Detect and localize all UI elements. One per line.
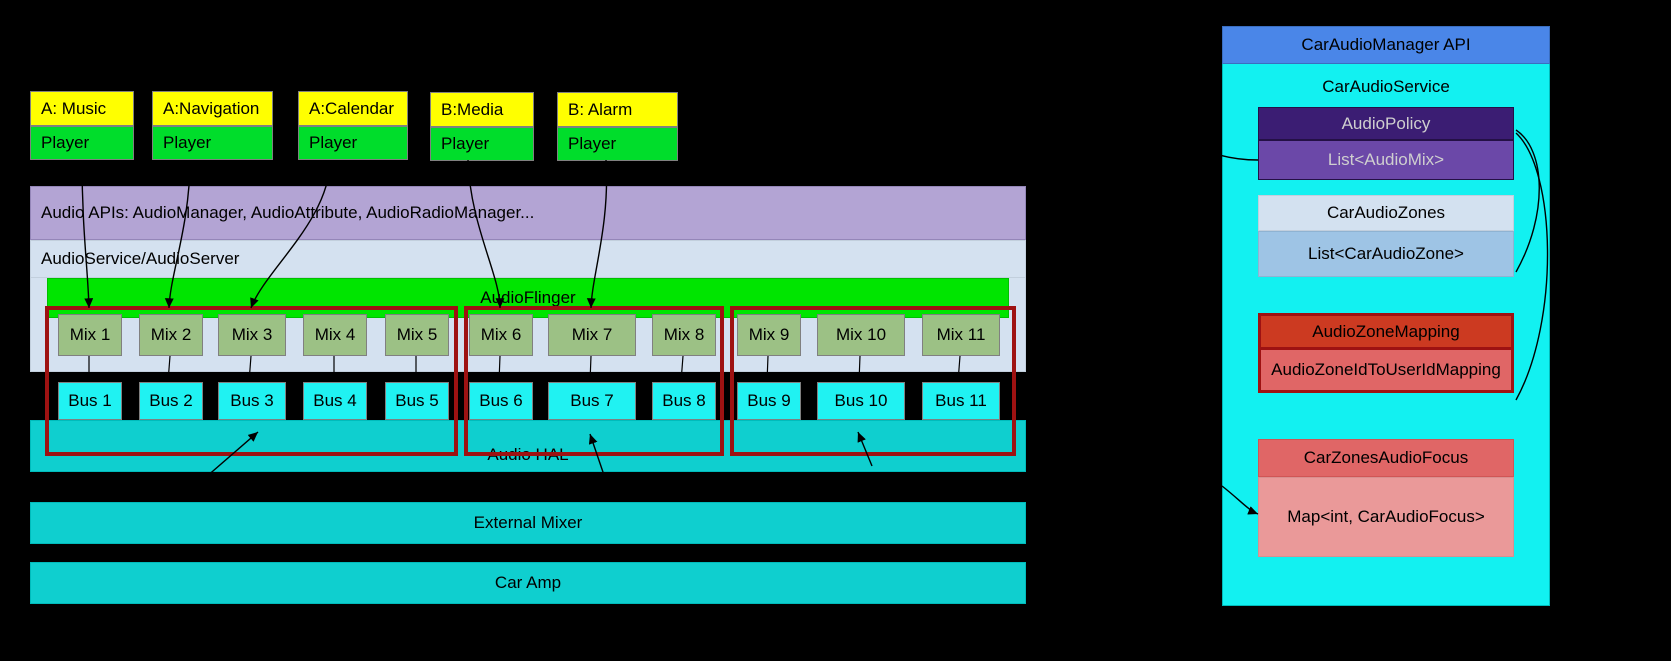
- app-player-label: Player: [309, 133, 358, 152]
- audio-zone-mapping-label: AudioZoneMapping: [1312, 321, 1460, 341]
- app-player-box[interactable]: Player: [152, 126, 273, 160]
- layer-audio-apis-label: Audio APIs: AudioManager, AudioAttribute…: [41, 203, 535, 222]
- layer-audio-flinger-label: AudioFlinger: [480, 288, 576, 307]
- car-zones-audio-focus-box: CarZonesAudioFocus: [1258, 439, 1514, 477]
- app-player-box[interactable]: Player: [30, 126, 134, 160]
- app-player-box[interactable]: Player: [430, 127, 534, 161]
- app-title-label: A:Calendar: [309, 98, 395, 118]
- car-audio-service-label: CarAudioService: [1322, 77, 1450, 96]
- car-audio-manager-api-header: CarAudioManager API: [1222, 26, 1550, 64]
- layer-external-mixer-label: External Mixer: [473, 513, 583, 532]
- app-title-label: B:Media: [441, 99, 504, 119]
- car-audio-manager-api-label: CarAudioManager API: [1301, 35, 1471, 54]
- car-audio-zone-list-label: List<CarAudioZone>: [1308, 244, 1464, 263]
- focus-map-box: Map<int, CarAudioFocus>: [1258, 477, 1514, 557]
- layer-car-amp: Car Amp: [30, 562, 1026, 604]
- app-player-label: Player: [163, 133, 212, 152]
- layer-audio-service: AudioService/AudioServer: [30, 240, 1026, 278]
- car-audio-zones-box: CarAudioZones: [1258, 195, 1514, 231]
- app-player-label: Player: [441, 134, 490, 153]
- audio-zone-rect: [45, 306, 458, 456]
- app-title-box[interactable]: A:Calendar: [298, 91, 408, 126]
- layer-audio-apis: Audio APIs: AudioManager, AudioAttribute…: [30, 186, 1026, 240]
- app-player-box[interactable]: Player: [557, 127, 678, 161]
- layer-external-mixer: External Mixer: [30, 502, 1026, 544]
- audio-zone-id-to-user-id-mapping-label: AudioZoneIdToUserIdMapping: [1271, 360, 1501, 379]
- app-title-label: A: Music: [41, 98, 107, 118]
- audio-policy-box: AudioPolicy: [1258, 107, 1514, 140]
- app-title-label: B: Alarm: [568, 99, 633, 119]
- app-title-label: A:Navigation: [163, 98, 260, 118]
- app-player-box[interactable]: Player: [298, 126, 408, 160]
- audio-mix-list-box: List<AudioMix>: [1258, 140, 1514, 180]
- app-player-label: Player: [41, 133, 90, 152]
- car-audio-service-title: CarAudioService: [1222, 72, 1550, 102]
- app-player-label: Player: [568, 134, 617, 153]
- app-title-box[interactable]: A:Navigation: [152, 91, 273, 126]
- app-title-box[interactable]: A: Music: [30, 91, 134, 126]
- audio-zone-rect: [730, 306, 1016, 456]
- focus-map-label: Map<int, CarAudioFocus>: [1287, 507, 1485, 526]
- audio-zone-id-to-user-id-mapping-box: AudioZoneIdToUserIdMapping: [1258, 350, 1514, 393]
- app-title-box[interactable]: B:Media: [430, 92, 534, 127]
- car-zones-audio-focus-label: CarZonesAudioFocus: [1303, 448, 1469, 467]
- layer-audio-service-label: AudioService/AudioServer: [41, 249, 240, 268]
- audio-policy-label: AudioPolicy: [1341, 113, 1431, 133]
- audio-mix-list-label: List<AudioMix>: [1327, 150, 1445, 169]
- layer-car-amp-label: Car Amp: [494, 573, 562, 592]
- audio-zone-rect: [464, 306, 724, 456]
- diagram-canvas: A: Music Player A:Navigation Player A:Calend…: [0, 0, 1671, 661]
- car-audio-zone-list-box: List<CarAudioZone>: [1258, 231, 1514, 277]
- audio-zone-mapping-box: AudioZoneMapping: [1258, 313, 1514, 350]
- app-title-box[interactable]: B: Alarm: [557, 92, 678, 127]
- car-audio-zones-label: CarAudioZones: [1326, 203, 1446, 222]
